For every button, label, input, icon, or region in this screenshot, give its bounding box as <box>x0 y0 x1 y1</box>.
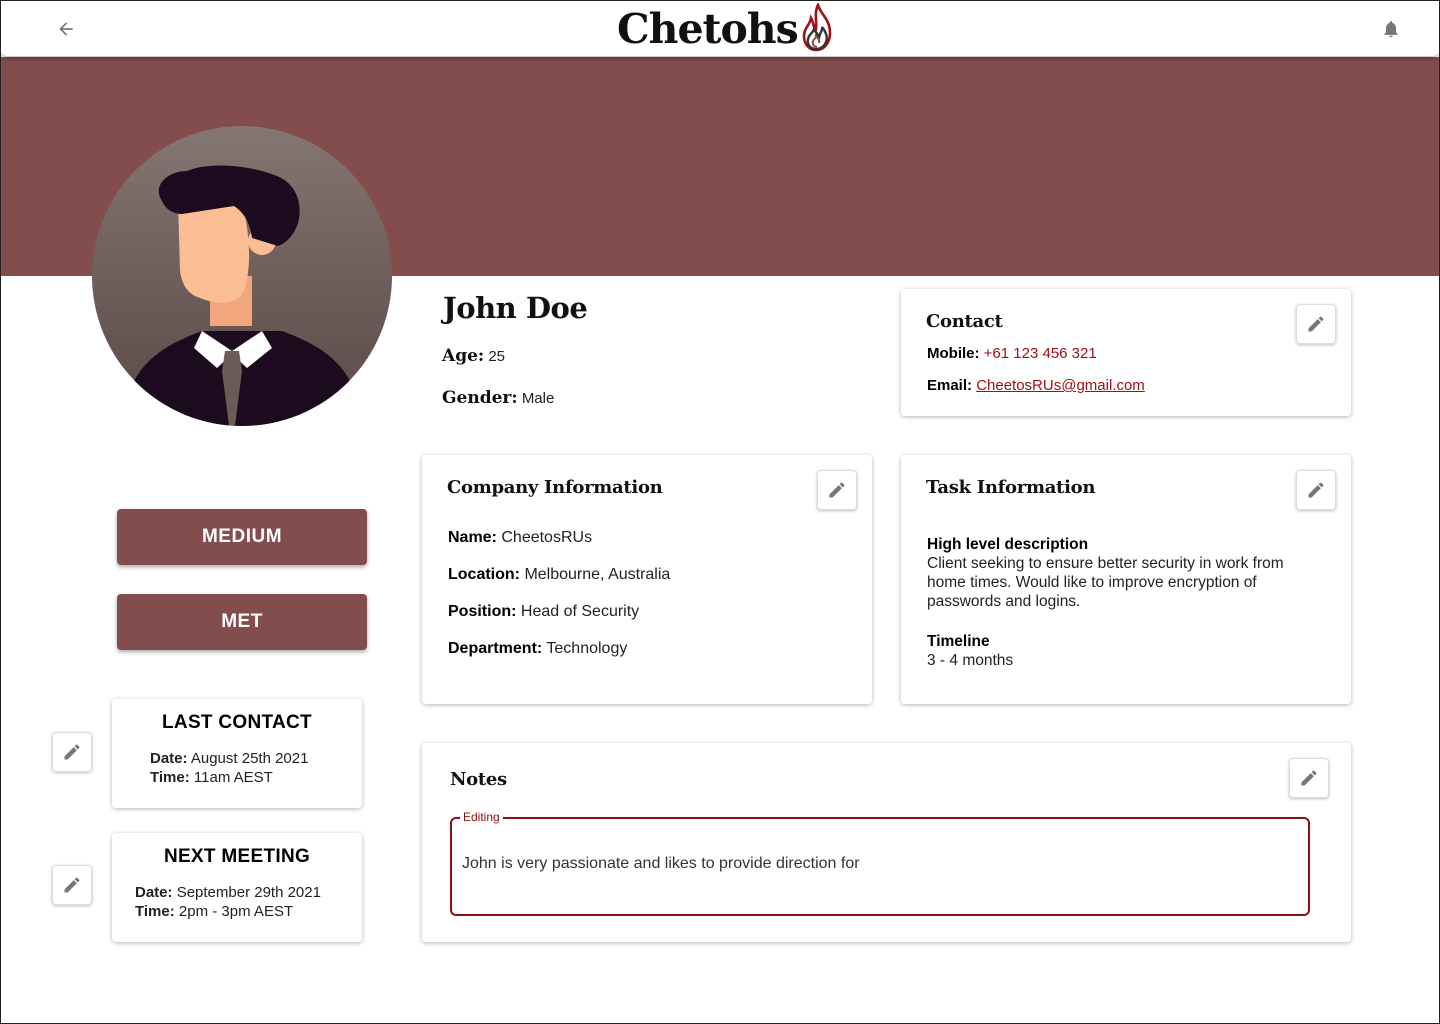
task-info-title: Task Information <box>926 477 1096 498</box>
last-contact-card: LAST CONTACT Date: August 25th 2021 Time… <box>112 699 362 808</box>
pencil-icon <box>64 877 80 893</box>
age-line: Age: 25 <box>442 346 505 366</box>
email-link[interactable]: CheetosRUs@gmail.com <box>976 377 1145 394</box>
next-meeting-time: Time: 2pm - 3pm AEST <box>135 903 293 920</box>
date-value: August 25th 2021 <box>190 750 309 767</box>
edit-next-meeting-button[interactable] <box>52 865 92 905</box>
pencil-icon <box>1301 770 1317 786</box>
company-name-label: Name: <box>448 529 497 546</box>
bell-icon <box>1384 21 1398 38</box>
department-value: Technology <box>546 640 628 657</box>
department-label: Department: <box>448 640 543 657</box>
edit-company-button[interactable] <box>817 470 857 510</box>
date-value: September 29th 2021 <box>176 884 321 901</box>
mobile-field: Mobile: +61 123 456 321 <box>927 345 1097 362</box>
edit-task-button[interactable] <box>1296 470 1336 510</box>
position-value: Head of Security <box>520 603 640 620</box>
company-info-card: Company Information Name: CheetosRUs Loc… <box>422 455 872 704</box>
person-illustration <box>122 165 362 426</box>
last-contact-date: Date: August 25th 2021 <box>150 750 308 767</box>
email-field: Email: CheetosRUs@gmail.com <box>927 377 1145 394</box>
next-meeting-card: NEXT MEETING Date: September 29th 2021 T… <box>112 833 362 942</box>
arrow-left-icon <box>59 22 73 36</box>
timeline-label: Timeline <box>927 633 990 650</box>
mobile-value[interactable]: +61 123 456 321 <box>984 345 1097 362</box>
time-value: 2pm - 3pm AEST <box>178 903 294 920</box>
location-label: Location: <box>448 566 520 583</box>
task-description-label: High level description <box>927 536 1089 553</box>
time-label: Time: <box>150 769 190 786</box>
mobile-label: Mobile: <box>927 345 980 362</box>
notes-text-field[interactable]: Editing <box>450 810 1310 916</box>
company-position-field: Position: Head of Security <box>448 603 639 621</box>
task-description-value: Client seeking to ensure better security… <box>927 555 1284 610</box>
email-label: Email: <box>927 377 973 394</box>
gender-line: Gender: Male <box>442 388 554 408</box>
notes-input[interactable] <box>462 855 1292 873</box>
logo-text: Chetohs <box>617 5 799 53</box>
time-value: 11am AEST <box>193 769 273 786</box>
time-label: Time: <box>135 903 175 920</box>
priority-button[interactable]: MEDIUM <box>117 509 367 565</box>
company-department-field: Department: Technology <box>448 640 627 658</box>
company-name-value: CheetosRUs <box>501 529 593 546</box>
stage-button[interactable]: MET <box>117 594 367 650</box>
company-name-field: Name: CheetosRUs <box>448 529 592 547</box>
pencil-icon <box>64 744 80 760</box>
notes-card: Notes Editing <box>422 743 1351 942</box>
task-info-card: Task Information High level description … <box>901 455 1351 704</box>
edit-last-contact-button[interactable] <box>52 732 92 772</box>
next-meeting-date: Date: September 29th 2021 <box>135 884 321 901</box>
company-location-field: Location: Melbourne, Australia <box>448 566 670 584</box>
location-value: Melbourne, Australia <box>524 566 671 583</box>
notes-title: Notes <box>450 769 507 790</box>
timeline-value: 3 - 4 months <box>927 652 1014 669</box>
contact-title: Contact <box>926 311 1003 332</box>
edit-notes-button[interactable] <box>1289 758 1329 798</box>
logo: Chetohs <box>617 3 838 55</box>
gender-label: Gender: <box>442 388 518 408</box>
back-button[interactable] <box>51 14 81 44</box>
age-label: Age: <box>442 346 485 366</box>
app-frame: Chetohs John Doe Age: 25 Gender: Male ME… <box>0 0 1440 1024</box>
edit-contact-button[interactable] <box>1296 304 1336 344</box>
age-value: 25 <box>488 348 506 365</box>
pencil-icon <box>1308 482 1324 498</box>
task-description-block: High level description Client seeking to… <box>927 535 1307 670</box>
notifications-button[interactable] <box>1377 14 1405 44</box>
pencil-icon <box>1308 316 1324 332</box>
contact-card: Contact Mobile: +61 123 456 321 Email: C… <box>901 289 1351 416</box>
notes-field-label: Editing <box>460 810 503 824</box>
company-info-title: Company Information <box>447 477 663 498</box>
gender-value: Male <box>521 390 555 407</box>
profile-name: John Doe <box>443 291 588 325</box>
position-label: Position: <box>448 603 517 620</box>
last-contact-title: LAST CONTACT <box>162 712 312 733</box>
pencil-icon <box>829 482 845 498</box>
avatar <box>92 126 392 426</box>
top-app-bar: Chetohs <box>1 1 1439 57</box>
date-label: Date: <box>135 884 173 901</box>
date-label: Date: <box>150 750 188 767</box>
next-meeting-title: NEXT MEETING <box>163 846 311 867</box>
flame-icon <box>802 3 832 52</box>
last-contact-time: Time: 11am AEST <box>150 769 273 786</box>
